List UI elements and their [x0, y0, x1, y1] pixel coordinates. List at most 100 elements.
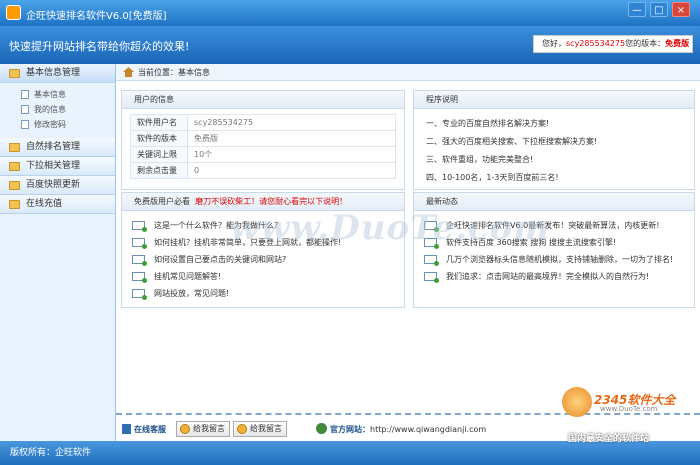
sidebar-item-label: 修改密码 [34, 120, 66, 129]
table-row: 关键词上限 10个 [130, 146, 396, 163]
slogan-text: 快速提升网站排名带给你超众的效果! [9, 40, 190, 53]
greeting-text: 您好， [542, 39, 566, 48]
news-link-text: 我们追求：点击网站的最高境界！完全模拟人的自然行为! [446, 272, 650, 281]
leave-message-button[interactable]: 给我留言 [176, 421, 230, 437]
table-value: 10个 [187, 146, 396, 163]
program-list: 一、专业的百度自然排名解决方案! 二、强大的百度相关搜索、下拉框搜索解决方案! … [426, 115, 597, 187]
mail-icon [424, 255, 439, 266]
user-status-box: 您好，scy285534275您的版本：免费版 [533, 35, 693, 53]
folder-icon [9, 181, 20, 190]
faq-title-prefix: 免费版用户必看 [134, 197, 190, 206]
user-info-panel: 用户的信息 软件用户名 scy285534275 软件的版本 免费版 关键词上限 10… [121, 90, 405, 190]
table-key: 软件用户名 [130, 114, 188, 131]
news-link-text: 几万个浏览器标头信息随机模拟，支持铺轴删除，一切为了排名! [446, 255, 674, 264]
username-text: scy285534275 [566, 39, 626, 48]
customer-service-label: 在线客服 [122, 424, 166, 435]
list-item: 一、专业的百度自然排名解决方案! [426, 119, 550, 128]
minimize-button[interactable]: — [628, 2, 646, 17]
home-icon [123, 67, 134, 77]
sidebar-item-change-password[interactable]: 修改密码 [0, 117, 115, 132]
table-row: 软件用户名 scy285534275 [130, 114, 396, 131]
folder-icon [9, 143, 20, 152]
copyright-text: 版权所有：企旺软件 [10, 448, 92, 458]
table-row: 软件的版本 免费版 [130, 130, 396, 147]
title-bar: 企旺快速排名软件V6.0[免费版] — □ × [0, 0, 700, 26]
document-icon [21, 120, 29, 129]
sidebar-section-natural-ranking[interactable]: 自然排名管理 [0, 138, 115, 157]
button-label: 给我留言 [250, 424, 282, 433]
maximize-button[interactable]: □ [650, 2, 668, 17]
sidebar-item-my-info[interactable]: 我的信息 [0, 102, 115, 117]
watermark-text: www.DuoTe.com [230, 208, 551, 248]
mascot-logo-icon [562, 387, 592, 417]
folder-icon [9, 200, 20, 209]
mail-icon [132, 289, 147, 300]
list-item: 二、强大的百度相关搜索、下拉框搜索解决方案! [426, 137, 598, 146]
sidebar: 基本信息管理 基本信息 我的信息 修改密码 自然排名管理 下拉相关管理 百度快照… [0, 64, 116, 441]
official-website[interactable]: 官方网站：http://www.qiwangdianji.com [316, 423, 487, 435]
faq-link-text: 网站投放，常见问题! [154, 289, 230, 298]
faq-title-notice: 磨刀不误砍柴工！请您耐心看完以下说明！ [195, 197, 348, 206]
app-icon [6, 5, 21, 20]
panel-title: 用户的信息 [122, 91, 404, 109]
table-value: 免费版 [187, 130, 396, 147]
sidebar-section-dropdown[interactable]: 下拉相关管理 [0, 157, 115, 176]
panel-title: 程序说明 [414, 91, 694, 109]
download-site-badge: 2345软件大全 www.DuoTe.com [560, 383, 695, 441]
document-icon [21, 90, 29, 99]
list-item: 三、软件重组，功能完美整合! [426, 155, 534, 164]
sidebar-section-label: 下拉相关管理 [26, 161, 81, 171]
mail-icon [132, 221, 147, 232]
globe-icon [316, 423, 327, 434]
mail-icon [424, 272, 439, 283]
sidebar-section-label: 自然排名管理 [26, 142, 81, 152]
badge-url: www.DuoTe.com [600, 405, 658, 413]
breadcrumb-text: 当前位置：基本信息 [138, 68, 210, 77]
sidebar-section-label: 百度快照更新 [26, 180, 81, 190]
website-label: 官方网站： [330, 425, 370, 434]
version-value: 免费版 [665, 39, 690, 48]
sidebar-section-recharge[interactable]: 在线充值 [0, 195, 115, 214]
smiley-icon [237, 424, 247, 434]
list-item: 四、10-100名，1-3天到百度前三名! [426, 173, 559, 182]
table-key: 关键词上限 [130, 146, 188, 163]
faq-link[interactable]: 挂机常见问题解答! [132, 268, 341, 285]
sidebar-section-label: 在线充值 [26, 199, 63, 209]
faq-link[interactable]: 如何设置自己要点击的关键词和网站? [132, 251, 341, 268]
sidebar-section-snapshot[interactable]: 百度快照更新 [0, 176, 115, 195]
customer-service-text: 在线客服 [134, 425, 166, 434]
sidebar-item-basic-info[interactable]: 基本信息 [0, 87, 115, 102]
mail-icon [132, 255, 147, 266]
sidebar-section-label: 基本信息管理 [26, 68, 81, 78]
sidebar-subitems: 基本信息 我的信息 修改密码 [0, 83, 115, 138]
smiley-icon [180, 424, 190, 434]
header-banner: 快速提升网站排名带给你超众的效果! 您好，scy285534275您的版本：免费… [0, 26, 700, 64]
sidebar-section-basic-info[interactable]: 基本信息管理 [0, 64, 115, 83]
table-key: 剩余点击量 [130, 162, 188, 179]
status-bar: 版权所有：企旺软件 [0, 441, 700, 465]
version-label: 您的版本： [625, 39, 666, 48]
table-row: 剩余点击量 0 [130, 162, 396, 179]
close-button[interactable]: × [672, 2, 690, 17]
leave-message-button[interactable]: 给我留言 [233, 421, 287, 437]
table-value: 0 [187, 162, 396, 179]
table-value: scy285534275 [187, 114, 396, 131]
sidebar-item-label: 我的信息 [34, 105, 66, 114]
user-info-table: 软件用户名 scy285534275 软件的版本 免费版 关键词上限 10个 剩余点击… [130, 114, 396, 179]
program-info-panel: 程序说明 一、专业的百度自然排名解决方案! 二、强大的百度相关搜索、下拉框搜索解… [413, 90, 695, 190]
table-key: 软件的版本 [130, 130, 188, 147]
button-label: 给我留言 [193, 424, 225, 433]
website-url: http://www.qiwangdianji.com [370, 425, 487, 434]
window-title: 企旺快速排名软件V6.0[免费版] [26, 11, 167, 22]
phone-icon [122, 424, 131, 434]
breadcrumb: 当前位置：基本信息 [116, 64, 700, 81]
news-link[interactable]: 几万个浏览器标头信息随机模拟，支持铺轴删除，一切为了排名! [424, 251, 673, 268]
sidebar-item-label: 基本信息 [34, 90, 66, 99]
mail-icon [132, 272, 147, 283]
faq-link-text: 如何设置自己要点击的关键词和网站? [154, 255, 287, 264]
faq-link[interactable]: 网站投放，常见问题! [132, 285, 341, 302]
folder-icon [9, 69, 20, 78]
folder-icon [9, 162, 20, 171]
news-link[interactable]: 我们追求：点击网站的最高境界！完全模拟人的自然行为! [424, 268, 673, 285]
mail-icon [132, 238, 147, 249]
